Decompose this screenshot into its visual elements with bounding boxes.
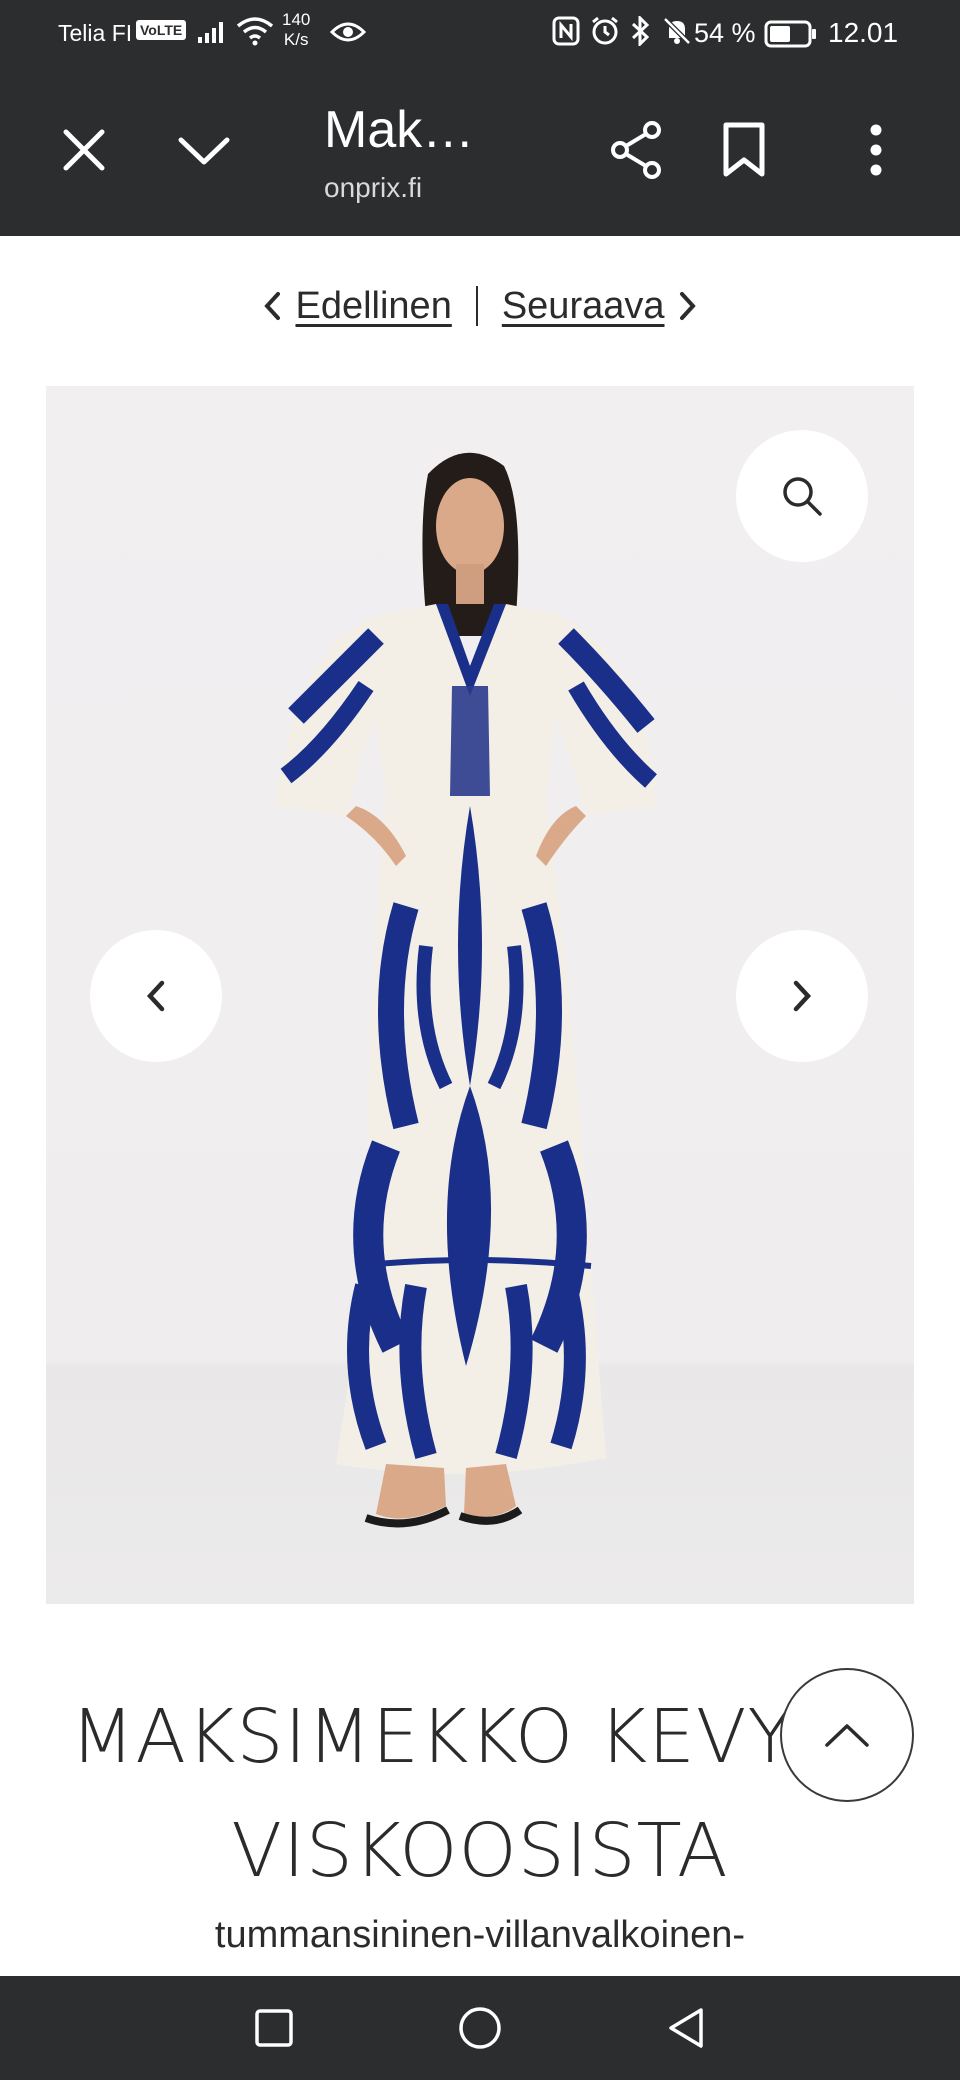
network-speed-unit: K/s	[283, 30, 309, 49]
network-speed: 140 K/s	[282, 10, 310, 50]
product-color: tummansininen-villanvalkoinen-	[214, 1914, 746, 1956]
close-tab-button[interactable]	[48, 114, 120, 186]
home-button[interactable]	[450, 2000, 510, 2056]
circle-icon	[459, 2007, 501, 2049]
triangle-back-icon	[669, 2008, 703, 2048]
bookmark-icon	[723, 122, 765, 177]
mute-bell-icon	[663, 17, 691, 45]
system-nav-bar	[0, 1976, 960, 2080]
page-title: Mak…	[324, 101, 475, 159]
zoom-button[interactable]	[736, 430, 868, 562]
chevron-left-icon	[264, 292, 281, 320]
eye-comfort-icon	[330, 22, 366, 42]
share-icon	[611, 121, 661, 179]
battery-icon	[764, 20, 816, 48]
next-image-button[interactable]	[736, 930, 868, 1062]
share-button[interactable]	[600, 114, 672, 186]
chevron-down-icon	[178, 137, 230, 165]
chevron-left-icon	[146, 980, 165, 1012]
previous-label: Edellinen	[295, 284, 452, 327]
product-image[interactable]	[46, 386, 914, 1604]
more-options-button[interactable]	[840, 114, 912, 186]
previous-image-button[interactable]	[90, 930, 222, 1062]
previous-link[interactable]: Edellinen	[263, 284, 452, 328]
wifi-icon	[236, 17, 274, 46]
signal-icon	[198, 22, 223, 43]
chevron-right-icon	[679, 292, 696, 320]
back-button[interactable]	[656, 2000, 716, 2056]
page-domain: onprix.fi	[324, 172, 423, 203]
battery-percent: 54 %	[694, 18, 756, 48]
close-icon	[63, 129, 105, 171]
chevron-right-icon	[793, 980, 812, 1012]
more-vert-icon	[870, 124, 882, 176]
recents-button[interactable]	[244, 2000, 304, 2056]
alarm-icon	[592, 16, 618, 45]
search-icon	[783, 477, 822, 516]
bluetooth-icon	[631, 16, 650, 46]
clock: 12.01	[828, 17, 899, 48]
chevron-up-icon	[825, 1724, 869, 1747]
minimize-tab-button[interactable]	[168, 114, 240, 186]
next-link[interactable]: Seuraava	[502, 285, 697, 328]
next-label: Seuraava	[501, 284, 665, 327]
volte-badge: VoLTE	[136, 20, 187, 40]
browser-toolbar: Mak… onprix.fi	[0, 66, 960, 236]
status-bar: Telia FI VoLTE 140 K/s 54 % 12.01	[0, 0, 960, 66]
pager-divider	[475, 286, 478, 326]
nfc-icon	[552, 16, 580, 46]
carrier-name: Telia FI	[58, 20, 133, 46]
square-icon	[255, 2009, 293, 2047]
product-pager: Edellinen Seuraava	[0, 276, 960, 336]
product-title-line1: MAKSIMEKKO KEVYES	[70, 1694, 890, 1780]
bookmark-button[interactable]	[708, 114, 780, 186]
scroll-to-top-button[interactable]	[780, 1668, 914, 1802]
network-speed-value: 140	[282, 10, 311, 29]
product-title-line2: VISKOOSISTA	[231, 1808, 729, 1894]
